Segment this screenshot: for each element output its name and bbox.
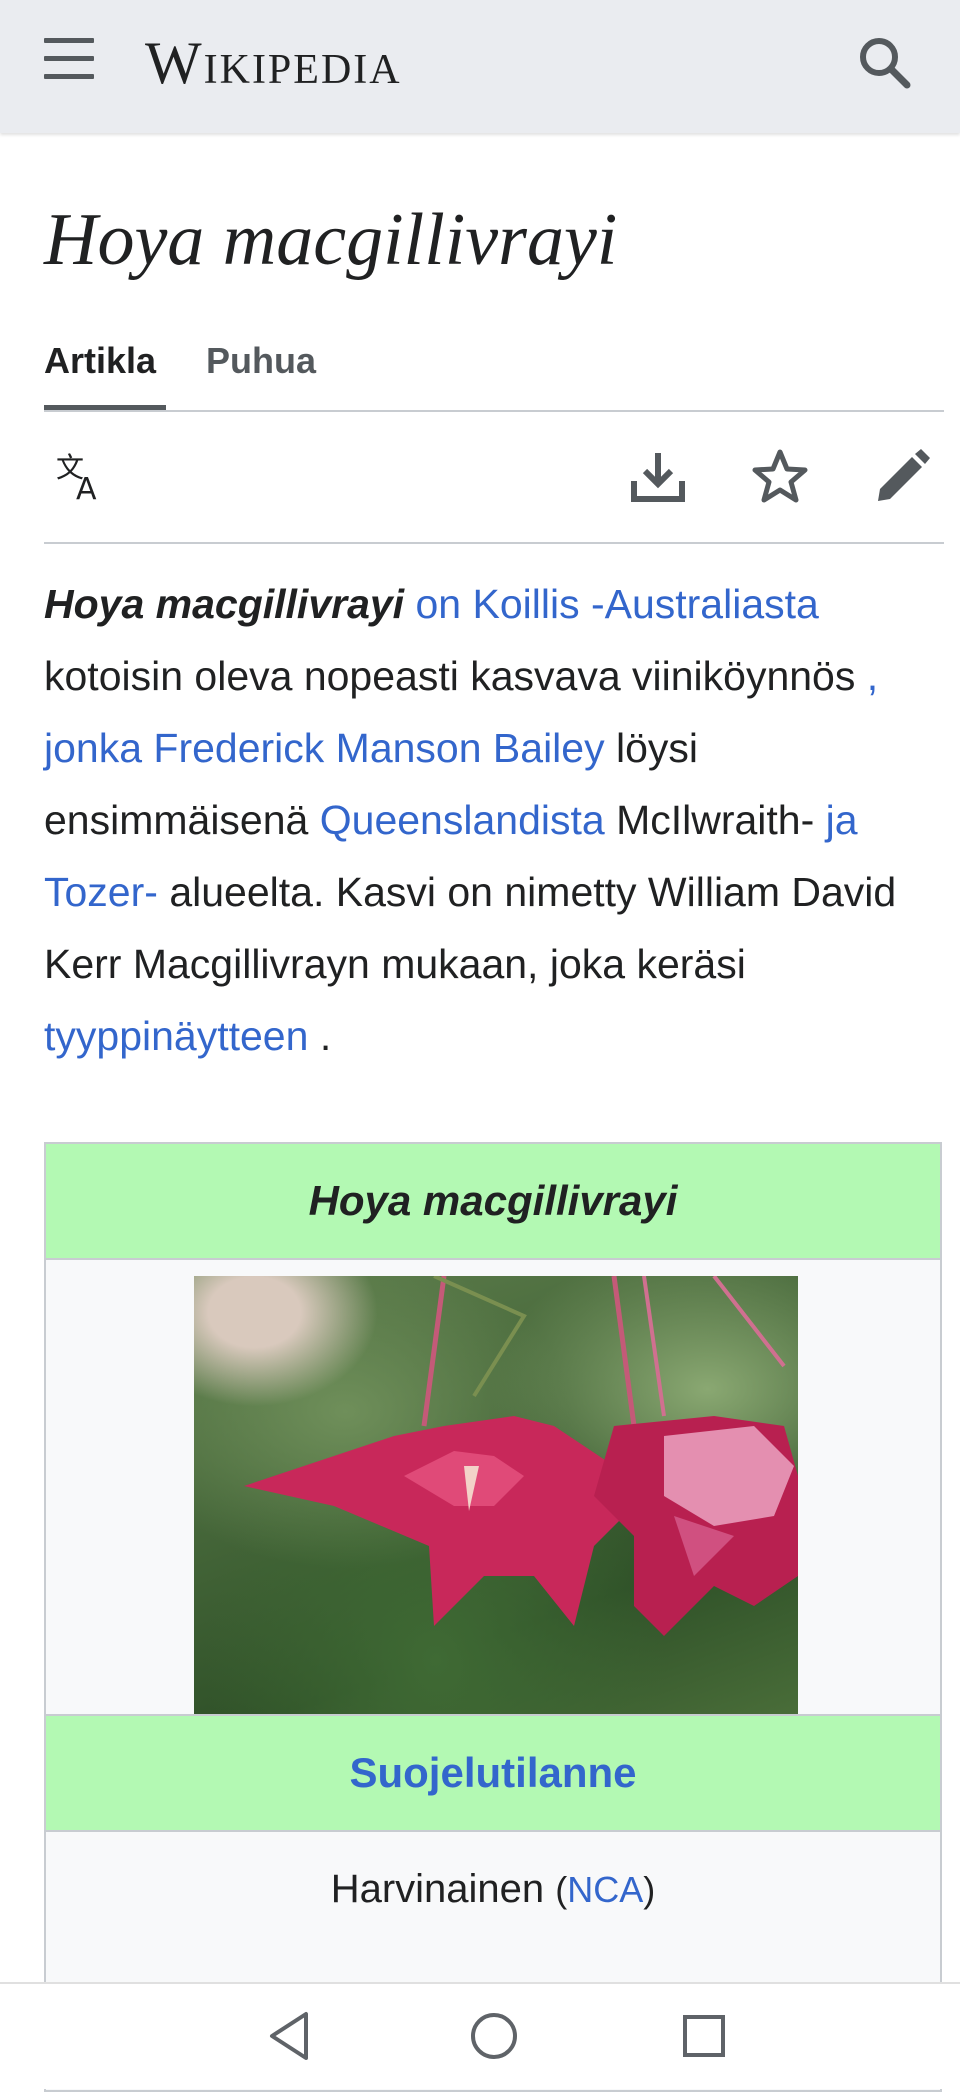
paren-close: ) — [643, 1869, 656, 1910]
hamburger-menu-icon[interactable] — [44, 38, 98, 88]
home-circle-icon[interactable] — [462, 2004, 526, 2068]
edit-pencil-icon[interactable] — [872, 447, 932, 507]
intro-bold-title: Hoya macgillivrayi — [44, 581, 405, 627]
svg-text:A: A — [76, 472, 97, 507]
conservation-status-row: Harvinainen (NCA) — [46, 1830, 940, 1946]
link-koillis-australia[interactable]: on Koillis -Australiasta — [415, 581, 818, 627]
search-icon[interactable] — [852, 30, 918, 96]
intro-text: alueelta. Kasvi on nimetty William David… — [44, 869, 897, 987]
language-icon[interactable]: 文 A — [54, 447, 114, 507]
star-icon[interactable] — [750, 447, 810, 507]
conservation-status-header-link[interactable]: Suojelutilanne — [46, 1714, 940, 1830]
intro-text: kotoisin oleva nopeasti kasvava viiniköy… — [44, 653, 856, 699]
conservation-status-value: Harvinainen — [330, 1867, 545, 1911]
infobox: Hoya macgillivrayi Suojelutilanne Harvin… — [44, 1142, 942, 2092]
tab-article[interactable]: Artikla — [44, 336, 166, 410]
link-nca[interactable]: NCA — [567, 1869, 643, 1910]
recents-square-icon[interactable] — [672, 2004, 736, 2068]
link-queensland[interactable]: Queenslandista — [320, 797, 605, 843]
back-triangle-icon[interactable] — [260, 2004, 324, 2068]
wikipedia-wordmark[interactable]: Wikipedia — [145, 28, 402, 98]
download-icon[interactable] — [628, 447, 688, 507]
top-header: Wikipedia — [0, 0, 960, 133]
page-title: Hoya macgillivrayi — [44, 199, 618, 281]
infobox-title: Hoya macgillivrayi — [46, 1144, 940, 1258]
page-tabs: Artikla Puhua — [44, 336, 944, 412]
paren-open: ( — [555, 1869, 568, 1910]
system-navigation-bar — [0, 1982, 960, 2089]
infobox-photo[interactable] — [194, 1276, 798, 1728]
page-actions-toolbar: 文 A — [44, 412, 944, 544]
intro-paragraph: Hoya macgillivrayi on Koillis -Australia… — [44, 568, 924, 1072]
link-type-specimen[interactable]: tyyppinäytteen — [44, 1013, 308, 1059]
tab-talk[interactable]: Puhua — [206, 336, 316, 408]
intro-text: McIlwraith- — [616, 797, 815, 843]
intro-text: . — [319, 1013, 332, 1059]
